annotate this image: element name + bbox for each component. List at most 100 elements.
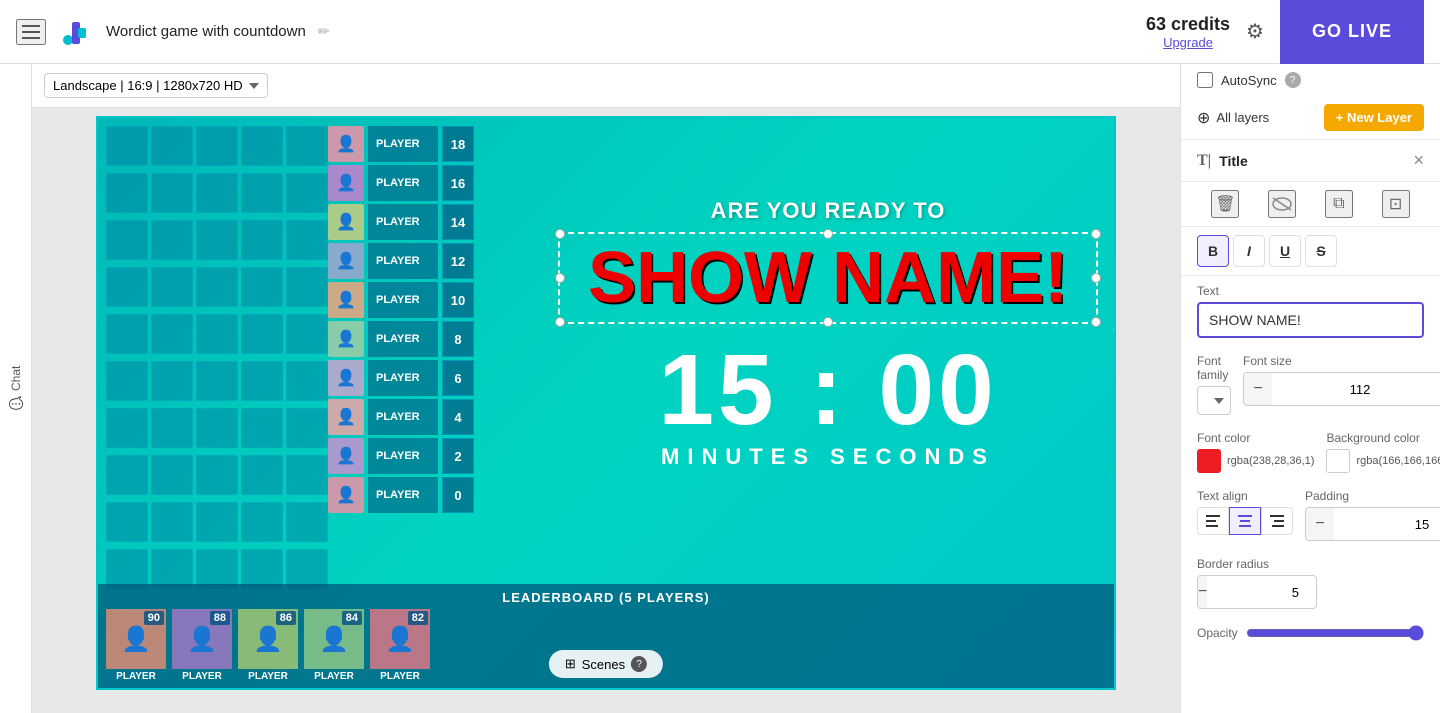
resize-handle-br[interactable]	[1091, 317, 1101, 327]
layer-actions: 🗑 ⧉ ⊡	[1181, 182, 1440, 227]
grid-cell	[286, 502, 328, 542]
border-radius-decrease[interactable]: −	[1198, 576, 1207, 608]
font-size-value[interactable]	[1272, 382, 1440, 397]
upgrade-link[interactable]: Upgrade	[1146, 35, 1230, 50]
player-avatar: 👤	[328, 282, 364, 318]
align-center-button[interactable]	[1229, 507, 1261, 535]
bg-color-swatch[interactable]	[1326, 449, 1350, 473]
canvas-wrapper: 👤 PLAYER 18 👤 PLAYER 16 👤 PLAYER 14 👤 PL…	[32, 108, 1180, 713]
grid-cell	[241, 314, 283, 354]
font-color-swatch[interactable]	[1197, 449, 1221, 473]
grid-cell	[196, 126, 238, 166]
chat-button[interactable]: 💬 Chat	[9, 366, 23, 410]
player-score: 16	[442, 165, 474, 201]
delete-button[interactable]: 🗑	[1211, 190, 1239, 218]
bg-color-group: rgba(166,166,166,0)	[1326, 449, 1440, 473]
border-radius-value[interactable]	[1207, 585, 1317, 600]
resize-handle-tr[interactable]	[1091, 229, 1101, 239]
autosync-label: AutoSync	[1221, 73, 1277, 88]
padding-decrease[interactable]: −	[1306, 508, 1334, 540]
grid-cell	[241, 361, 283, 401]
text-prop-label: Text	[1197, 284, 1424, 298]
grid-cell	[286, 126, 328, 166]
leaderboard-player: 👤 88 PLAYER	[172, 609, 232, 682]
grid-cell	[286, 314, 328, 354]
resize-handle-mr[interactable]	[1091, 273, 1101, 283]
leaderboard-title: LEADERBOARD (5 players)	[106, 590, 1106, 605]
app-title: Wordict game with countdown	[106, 23, 306, 40]
crop-button[interactable]: ⊡	[1382, 190, 1410, 218]
font-size-decrease[interactable]: −	[1244, 373, 1272, 405]
player-name: PLAYER	[368, 438, 438, 474]
align-right-button[interactable]	[1261, 507, 1293, 535]
canvas-frame[interactable]: 👤 PLAYER 18 👤 PLAYER 16 👤 PLAYER 14 👤 PL…	[96, 116, 1116, 690]
all-layers-button[interactable]: ⊕ All layers	[1197, 108, 1316, 128]
resize-handle-bl[interactable]	[555, 317, 565, 327]
scenes-button[interactable]: ⊞ Scenes ?	[549, 650, 663, 678]
grid-cell	[106, 361, 148, 401]
player-score: 14	[442, 204, 474, 240]
header: Wordict game with countdown ✏ 63 credits…	[0, 0, 1440, 64]
scenes-label: Scenes	[582, 657, 625, 672]
show-name-text: SHOW NAME!	[568, 242, 1088, 314]
resize-handle-bm[interactable]	[823, 317, 833, 327]
autosync-row: AutoSync ?	[1181, 64, 1440, 96]
layer-close-button[interactable]: ×	[1413, 150, 1424, 171]
font-size-label: Font size	[1243, 354, 1440, 368]
bold-button[interactable]: B	[1197, 235, 1229, 267]
player-avatar: 👤	[328, 204, 364, 240]
layer-title-bar: T| Title ×	[1181, 140, 1440, 182]
player-score: 12	[442, 243, 474, 279]
underline-button[interactable]: U	[1269, 235, 1301, 267]
resize-handle-tl[interactable]	[555, 229, 565, 239]
new-layer-button[interactable]: + New Layer	[1324, 104, 1424, 131]
go-live-button[interactable]: GO LIVE	[1280, 0, 1424, 64]
player-avatar: 👤	[328, 399, 364, 435]
grid-cell	[196, 502, 238, 542]
resize-handle-ml[interactable]	[555, 273, 565, 283]
italic-button[interactable]: I	[1233, 235, 1265, 267]
hamburger-button[interactable]	[16, 19, 46, 45]
grid-cell	[151, 314, 193, 354]
grid-cell	[106, 455, 148, 495]
lb-score: 90	[144, 611, 164, 625]
are-you-ready-text: ARE YOU READY TO	[558, 198, 1098, 224]
credits-amount: 63 credits	[1146, 14, 1230, 34]
player-name: PLAYER	[368, 477, 438, 513]
edit-icon[interactable]: ✏	[318, 23, 330, 40]
font-family-col: Font family Anton	[1197, 354, 1231, 415]
player-row: 👤 PLAYER 8	[328, 321, 474, 357]
text-input-field[interactable]	[1197, 302, 1424, 338]
grid-cell	[106, 549, 148, 589]
autosync-checkbox[interactable]	[1197, 72, 1213, 88]
lb-avatar: 👤 84	[304, 609, 364, 669]
player-name: PLAYER	[368, 360, 438, 396]
opacity-slider[interactable]	[1246, 625, 1424, 641]
grid-cell	[151, 408, 193, 448]
grid-cell	[286, 361, 328, 401]
grid-cell	[241, 267, 283, 307]
grid-cell	[106, 502, 148, 542]
lb-name: PLAYER	[248, 671, 288, 682]
font-color-label: Font color	[1197, 431, 1314, 445]
grid-cell	[241, 220, 283, 260]
show-name-box[interactable]: SHOW NAME! ➜	[558, 232, 1098, 324]
grid-cell	[151, 126, 193, 166]
grid-cell	[106, 173, 148, 213]
hide-button[interactable]	[1268, 190, 1296, 218]
font-family-select[interactable]: Anton	[1197, 386, 1231, 415]
strikethrough-button[interactable]: S	[1305, 235, 1337, 267]
lb-name: PLAYER	[182, 671, 222, 682]
word-grid	[106, 126, 328, 593]
scenes-help-icon[interactable]: ?	[631, 656, 647, 672]
align-left-button[interactable]	[1197, 507, 1229, 535]
resolution-select[interactable]: Landscape | 16:9 | 1280x720 HD	[44, 73, 268, 98]
resize-handle-tm[interactable]	[823, 229, 833, 239]
padding-value[interactable]	[1334, 517, 1440, 532]
copy-button[interactable]: ⧉	[1325, 190, 1353, 218]
player-row: 👤 PLAYER 12	[328, 243, 474, 279]
right-panel: AutoSync ? ⊕ All layers + New Layer T| T…	[1180, 64, 1440, 713]
autosync-help-icon[interactable]: ?	[1285, 72, 1301, 88]
settings-button[interactable]: ⚙	[1246, 19, 1264, 44]
leaderboard-player: 👤 84 PLAYER	[304, 609, 364, 682]
